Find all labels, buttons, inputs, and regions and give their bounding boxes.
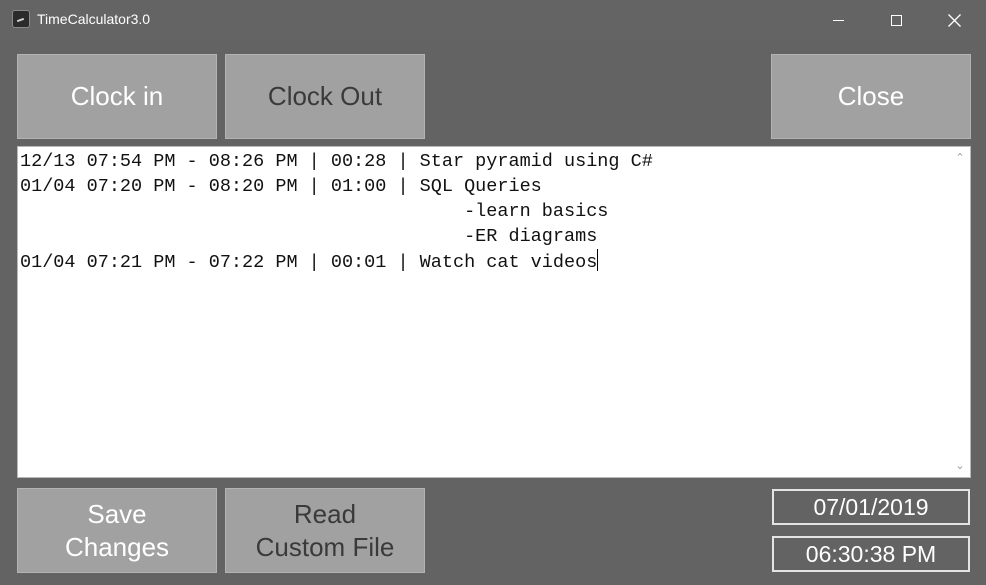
read-custom-file-label-line2: Custom File [255,531,395,562]
log-line: 12/13 07:54 PM - 08:26 PM | 00:28 | Star… [20,151,653,172]
scroll-up-icon[interactable]: ⌃ [955,153,965,164]
scroll-down-icon[interactable]: ⌄ [955,461,965,472]
time-display: 06:30:38 PM [772,536,970,572]
log-text[interactable]: 12/13 07:54 PM - 08:26 PM | 00:28 | Star… [20,149,945,475]
save-changes-label-line1: Save [87,498,147,529]
log-line-last: 01/04 07:21 PM - 07:22 PM | 00:01 | Watc… [20,249,945,275]
close-label: Close [837,81,905,111]
save-changes-button[interactable]: Save Changes [17,488,217,573]
read-custom-file-label-line1: Read [293,498,357,529]
maximize-button[interactable] [867,0,925,40]
app-icon [12,10,30,28]
date-display: 07/01/2019 [772,489,970,525]
log-textarea[interactable]: 12/13 07:54 PM - 08:26 PM | 00:28 | Star… [17,146,971,478]
read-custom-file-button[interactable]: Read Custom File [225,488,425,573]
close-button[interactable]: Close [771,54,971,139]
date-value: 07/01/2019 [813,493,929,520]
log-line: -ER diagrams [20,226,598,247]
clock-out-label: Clock Out [267,81,383,111]
log-line: 01/04 07:20 PM - 08:20 PM | 01:00 | SQL … [20,176,542,197]
maximize-icon [890,14,902,26]
clock-in-label: Clock in [70,81,164,111]
vertical-scrollbar[interactable]: ⌃ ⌄ [950,147,970,477]
window-title: TimeCalculator3.0 [37,11,151,27]
window-close-button[interactable] [925,0,983,40]
time-value: 06:30:38 PM [805,540,937,567]
text-caret [597,249,599,271]
save-changes-label-line2: Changes [64,531,170,562]
close-icon [947,13,961,27]
clock-in-button[interactable]: Clock in [17,54,217,139]
minimize-button[interactable] [809,0,867,40]
log-line: 01/04 07:21 PM - 07:22 PM | 00:01 | Watc… [20,252,598,273]
log-line: -learn basics [20,201,609,222]
minimize-icon [832,19,844,21]
clock-out-button[interactable]: Clock Out [225,54,425,139]
title-bar[interactable]: TimeCalculator3.0 [0,0,986,40]
